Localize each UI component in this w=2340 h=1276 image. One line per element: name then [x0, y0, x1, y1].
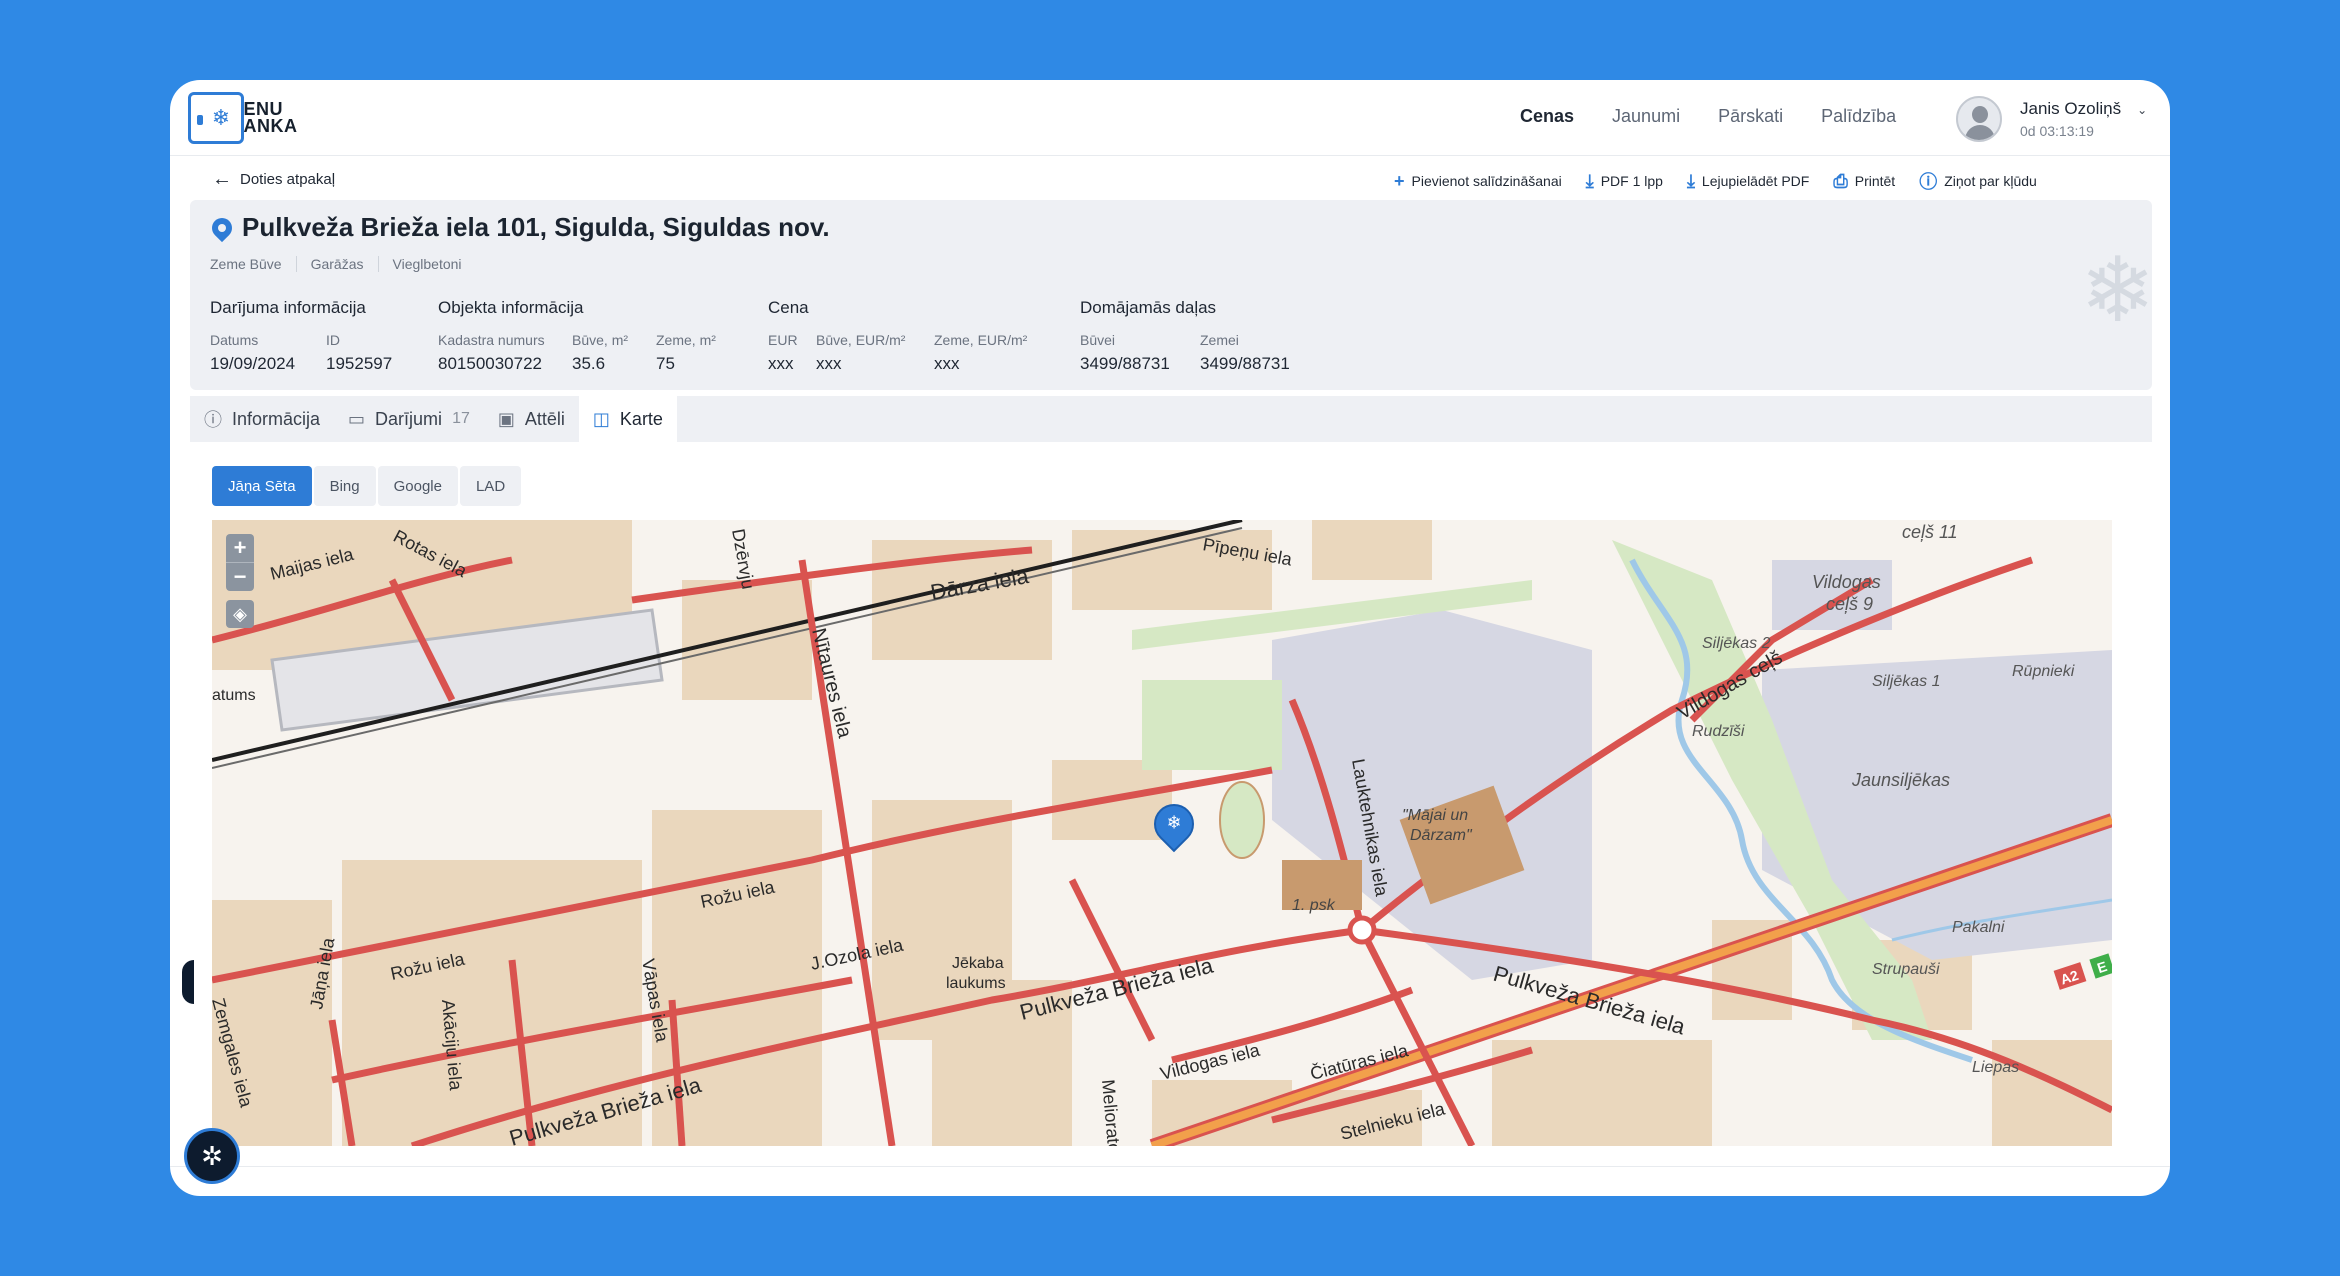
deal-info-heading: Darījuma informācija [210, 298, 366, 317]
divider [170, 1166, 2170, 1167]
page-title: Pulkveža Brieža iela 101, Sigulda, Sigul… [207, 212, 830, 243]
map-label: ceļš 11 [1902, 522, 1958, 542]
map-label: atums [212, 687, 256, 704]
report-error-button[interactable]: ⓘ Ziņot par kļūdu [1919, 168, 2037, 194]
snowflake-icon: ❄ [211, 105, 231, 130]
map-label: Siljēkas 2 [1702, 635, 1771, 652]
map-label: 1. psk [1292, 897, 1336, 914]
map-label: Jēkaba [952, 955, 1004, 972]
nav-item-palidziba[interactable]: Palīdzība [1821, 106, 1896, 127]
map-source-selector: Jāņa Sēta Bing Google LAD [212, 466, 522, 506]
main-nav: Cenas Jaunumi Pārskati Palīdzība [1520, 106, 1896, 127]
decorative-snowflake-icon: ❄ [2080, 241, 2152, 341]
map-icon: ◫ [592, 408, 610, 429]
map-label: laukums [946, 975, 1006, 992]
plus-icon: + [1394, 170, 1405, 191]
user-name: Janis Ozoliņš [2020, 99, 2122, 118]
map-label: Jaunsiljēkas [1851, 770, 1950, 790]
layers-icon[interactable]: ◈ [226, 600, 254, 628]
property-info-panel: Pulkveža Brieža iela 101, Sigulda, Sigul… [190, 200, 2152, 390]
user-menu[interactable]: Janis Ozoliņš 0d 03:13:19 ⌄ [1956, 96, 2147, 142]
nav-item-cenas[interactable]: Cenas [1520, 106, 1574, 127]
tab-informacija[interactable]: ⓘ Informācija [190, 396, 334, 442]
map-label: Siljēkas 1 [1872, 673, 1940, 690]
nav-item-parskati[interactable]: Pārskati [1718, 106, 1783, 127]
folder-icon: ▭ [348, 408, 366, 429]
pdf-1-page-button[interactable]: ⤓ PDF 1 lpp [1586, 168, 1663, 194]
map-source-jana-seta[interactable]: Jāņa Sēta [212, 466, 312, 506]
chevron-down-icon[interactable]: ⌄ [2137, 103, 2147, 117]
map-label: Vildogas [1812, 572, 1881, 592]
property-tags: Zeme Būve Garāžas Vieglbetoni [210, 256, 476, 272]
accessibility-widget-button[interactable]: ✲ [184, 1128, 240, 1184]
app-window: ❄ CENU BANKA Cenas Jaunumi Pārskati Palī… [170, 80, 2170, 1196]
share-building: Būvei 3499/88731 [1080, 332, 1170, 373]
tag: Garāžas [295, 256, 378, 272]
side-handle[interactable] [182, 960, 194, 1004]
logo-mark: ❄ [188, 92, 244, 144]
shares-heading: Domājamās daļas [1080, 298, 1217, 317]
snowflake-icon: ❄ [1166, 812, 1182, 833]
header: ❄ CENU BANKA Cenas Jaunumi Pārskati Palī… [170, 80, 2170, 156]
print-button[interactable]: ⎙ Printēt [1833, 168, 1895, 194]
price-eur: EUR xxx [768, 332, 798, 373]
map-label: Rūpnieki [2012, 663, 2075, 680]
printer-icon: ⎙ [1833, 170, 1848, 191]
back-link[interactable]: ← Doties atpakaļ [212, 168, 335, 191]
deal-id: ID 1952597 [326, 332, 393, 373]
share-land: Zemei 3499/88731 [1200, 332, 1290, 373]
download-pdf-button[interactable]: ⤓ Lejupielādēt PDF [1687, 168, 1809, 194]
image-icon: ▣ [497, 408, 515, 429]
map-label: Melioratoru [1098, 1079, 1126, 1146]
add-to-compare-button[interactable]: + Pievienot salīdzināšanai [1394, 168, 1562, 194]
location-pin-icon [207, 213, 237, 242]
map-label: ceļš 9 [1826, 594, 1873, 614]
map-label: "Mājai un [1402, 807, 1468, 824]
price-heading: Cena [768, 298, 809, 317]
object-info-heading: Objekta informācija [438, 298, 584, 317]
price-building-per-m2: Būve, EUR/m² xxx [816, 332, 906, 373]
nav-item-jaunumi[interactable]: Jaunumi [1612, 106, 1680, 127]
tab-karte[interactable]: ◫ Karte [578, 396, 677, 442]
building-area: Būve, m² 35.6 [572, 332, 629, 373]
tag: Zeme Būve [210, 256, 282, 272]
zoom-out-button[interactable]: − [226, 563, 254, 591]
map-source-lad[interactable]: LAD [459, 466, 522, 506]
deals-count-badge: 17 [452, 410, 470, 427]
land-area: Zeme, m² 75 [656, 332, 716, 373]
map-label: Pakalni [1952, 919, 2005, 936]
deal-date: Datums 19/09/2024 [210, 332, 296, 373]
map-view[interactable]: Maijas iela Rotas iela Dārza iela Pīpeņu… [212, 520, 2112, 1146]
info-circle-icon: ⓘ [204, 410, 222, 430]
arrow-left-icon: ← [212, 168, 232, 190]
avatar [1956, 96, 2002, 142]
tab-darijumi[interactable]: ▭ Darījumi 17 [334, 396, 484, 442]
back-label: Doties atpakaļ [240, 171, 336, 188]
map-source-bing[interactable]: Bing [313, 466, 376, 506]
map-label: Nītaures iela [807, 626, 856, 741]
download-icon: ⤓ [1585, 170, 1594, 191]
map-label: Rudzīši [1692, 723, 1745, 740]
map-label: Dārzam" [1410, 827, 1473, 844]
cadastre-number: Kadastra numurs 80150030722 [438, 332, 545, 373]
action-toolbar: + Pievienot salīdzināšanai ⤓ PDF 1 lpp ⤓… [1394, 168, 2037, 194]
tab-bar: ⓘ Informācija ▭ Darījumi 17 ▣ Attēli ◫ K… [190, 396, 2152, 442]
zoom-control: + − [226, 534, 254, 591]
tab-atteli[interactable]: ▣ Attēli [484, 396, 579, 442]
tag: Vieglbetoni [377, 256, 476, 272]
map-label: Strupauši [1872, 961, 1940, 978]
session-timer: 0d 03:13:19 [2020, 123, 2094, 139]
price-land-per-m2: Zeme, EUR/m² xxx [934, 332, 1028, 373]
map-label: Vildogas iela [1158, 1040, 1263, 1084]
map-source-google[interactable]: Google [377, 466, 458, 506]
zoom-in-button[interactable]: + [226, 534, 254, 562]
download-icon: ⤓ [1686, 170, 1695, 191]
alert-circle-icon: ⓘ [1919, 172, 1938, 192]
cenu-banka-logo[interactable]: ❄ CENU BANKA [188, 92, 302, 144]
map-label: Liepas [1972, 1059, 2019, 1076]
